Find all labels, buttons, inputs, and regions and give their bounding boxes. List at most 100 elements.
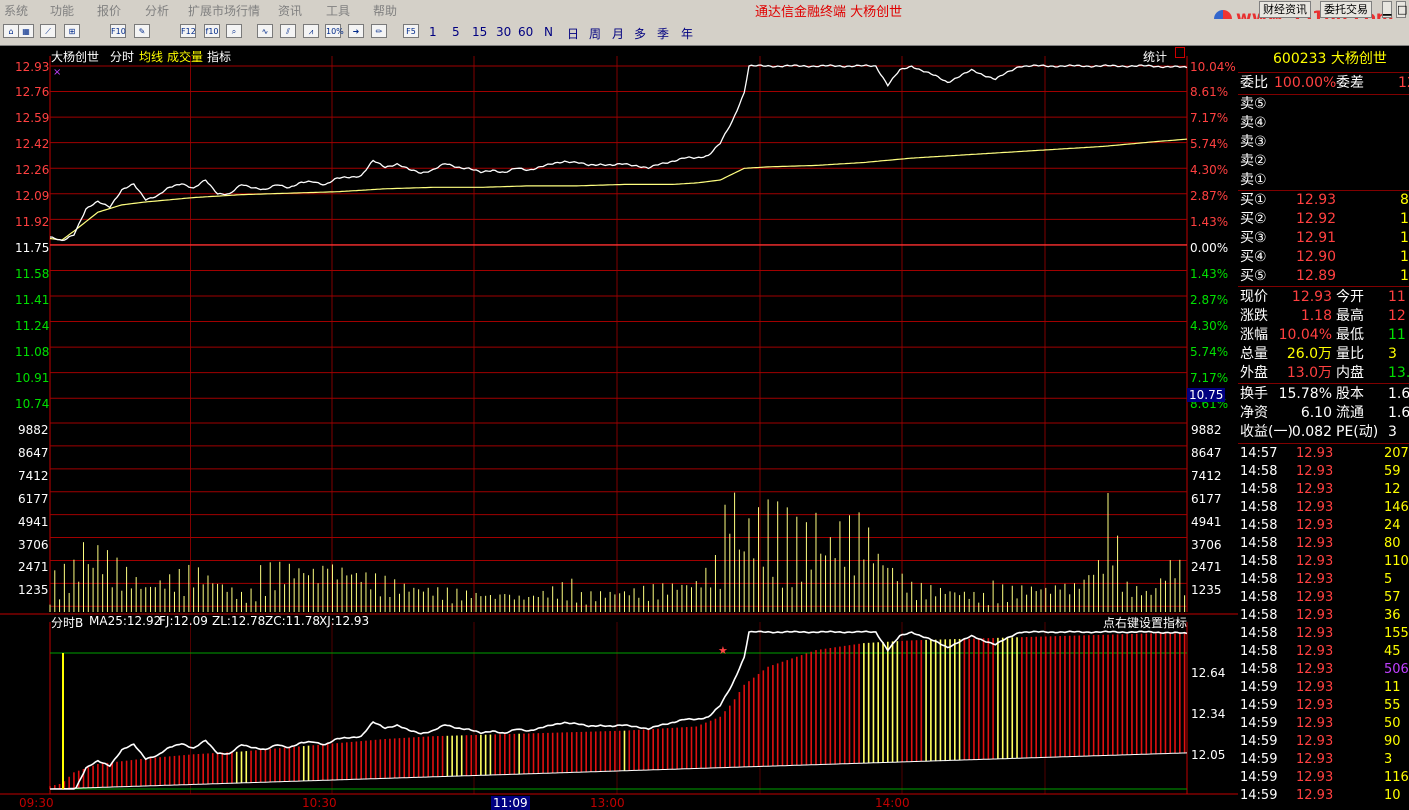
price-tick-right: 4.30%	[1190, 319, 1229, 333]
price-tick-right: 5.74%	[1190, 345, 1229, 359]
tick-time: 14:58	[1240, 536, 1278, 551]
indicator-label[interactable]: 指标	[207, 48, 231, 65]
app-title: 通达信金融终端 大杨创世	[755, 5, 903, 20]
volume-tick-right: 4941	[1191, 515, 1222, 529]
volume-tick-left: 4941	[18, 515, 49, 529]
period-9[interactable]: 多	[634, 25, 646, 42]
period-7[interactable]: 周	[589, 25, 601, 42]
stat-value: 3	[1388, 346, 1397, 362]
menu-extended-market[interactable]: 扩展市场行情	[188, 2, 260, 19]
price-tick-left: 12.93	[15, 60, 50, 74]
tick-price: 12.93	[1296, 464, 1334, 479]
table-icon[interactable]: ▦	[18, 24, 34, 38]
period-2[interactable]: 15	[472, 25, 487, 39]
price-tick-left: 11.75	[15, 241, 50, 255]
volume-tick-left: 7412	[18, 469, 49, 483]
period-3[interactable]: 30	[496, 25, 511, 39]
quote-code-name: 600233 大杨创世	[1273, 51, 1387, 67]
menu-system[interactable]: 系统	[4, 2, 28, 19]
menu-analysis[interactable]: 分析	[145, 2, 169, 19]
period-6[interactable]: 日	[567, 25, 579, 42]
f10-alt-icon[interactable]: f10	[204, 24, 220, 38]
tick-price: 12.93	[1296, 770, 1334, 785]
pen-icon[interactable]: ✏	[371, 24, 387, 38]
f5-icon[interactable]: F5	[403, 24, 419, 38]
chart-mode-label[interactable]: 分时	[110, 48, 134, 65]
f12-icon[interactable]: F12	[180, 24, 196, 38]
buy-level-label: 买④	[1240, 249, 1267, 265]
indicator-floor-line	[49, 752, 1188, 790]
tick-volume: 10	[1384, 788, 1401, 803]
tick-volume: 506	[1384, 662, 1409, 677]
menu-function[interactable]: 功能	[50, 2, 74, 19]
intraday-chart[interactable]: ★	[0, 46, 1238, 808]
buy-level-price: 12.93	[1296, 192, 1337, 208]
stat-value: 11	[1388, 289, 1406, 305]
menu-info[interactable]: 资讯	[278, 2, 302, 19]
stat-label: 今开	[1336, 289, 1364, 305]
maximize-icon[interactable]: □	[1396, 1, 1407, 18]
wave-icon[interactable]: ∿	[257, 24, 273, 38]
menu-quote[interactable]: 报价	[97, 2, 121, 19]
f10-icon[interactable]: F10	[110, 24, 126, 38]
minimize-icon[interactable]: ▁	[1382, 1, 1392, 18]
period-1[interactable]: 5	[452, 25, 460, 39]
trade-order-button[interactable]: 委托交易	[1320, 1, 1372, 18]
tick-time: 14:58	[1240, 518, 1278, 533]
indicator-settings-hint[interactable]: 点右键设置指标	[1103, 614, 1187, 631]
period-5[interactable]: N	[544, 25, 553, 39]
volume-label[interactable]: 成交量	[167, 48, 203, 65]
buy-level-volume: 1	[1400, 211, 1409, 227]
buy-level-volume: 1	[1400, 249, 1409, 265]
tick-time: 14:59	[1240, 680, 1278, 695]
buy-level-label: 买③	[1240, 230, 1267, 246]
menu-tools[interactable]: 工具	[326, 2, 350, 19]
fund-value: 6.10	[1300, 405, 1332, 421]
sell-level-3: 卖③	[1240, 134, 1267, 150]
weicha-label: 委差	[1336, 75, 1364, 91]
arrow-right-icon[interactable]: ➜	[348, 24, 364, 38]
indicator-axis-label: 12.05	[1191, 748, 1226, 762]
price-tick-right: 1.43%	[1190, 215, 1229, 229]
stat-label: 涨幅	[1240, 327, 1268, 343]
mountain-chart-icon[interactable]: ⩘	[303, 24, 319, 38]
price-tick-left: 12.42	[15, 137, 50, 151]
period-10[interactable]: 季	[657, 25, 669, 42]
grid-icon[interactable]: ⊞	[64, 24, 80, 38]
period-11[interactable]: 年	[681, 25, 693, 42]
stat-label: 涨跌	[1240, 308, 1268, 324]
price-tick-right: 5.74%	[1190, 137, 1229, 151]
tick-price: 12.93	[1296, 572, 1334, 587]
period-8[interactable]: 月	[612, 25, 624, 42]
indicator-xj: XJ:12.93	[319, 614, 370, 628]
ten-percent-icon[interactable]: 10%	[325, 24, 344, 38]
finance-news-button[interactable]: 财经资讯	[1259, 1, 1311, 18]
menu-help[interactable]: 帮助	[373, 2, 397, 19]
price-tick-left: 12.26	[15, 163, 50, 177]
close-panel-icon[interactable]	[1175, 47, 1185, 58]
sell-level-2: 卖②	[1240, 153, 1267, 169]
avg-line-label[interactable]: 均线	[139, 48, 163, 65]
home-icon[interactable]: ⌂	[3, 24, 19, 38]
tick-time: 14:58	[1240, 626, 1278, 641]
note-icon[interactable]: ✎	[134, 24, 150, 38]
tick-time: 14:58	[1240, 572, 1278, 587]
line-chart-icon[interactable]: ⟋	[40, 24, 56, 38]
tick-volume: 5	[1384, 572, 1393, 587]
stats-label[interactable]: 统计	[1143, 48, 1167, 65]
zoom-icon[interactable]: ⌕	[226, 24, 242, 38]
buy-level-volume: 1	[1400, 268, 1409, 284]
stat-label: 现价	[1240, 289, 1268, 305]
period-4[interactable]: 60	[518, 25, 533, 39]
tick-price: 12.93	[1296, 734, 1334, 749]
buy-level-label: 买②	[1240, 211, 1267, 227]
fund-label: 净资	[1240, 405, 1268, 421]
indicator-name[interactable]: 分时B	[51, 614, 83, 631]
buy-level-price: 12.92	[1296, 211, 1337, 227]
stock-chart-icon[interactable]: ⫽	[280, 24, 296, 38]
volume-tick-right: 3706	[1191, 538, 1222, 552]
period-0[interactable]: 1	[429, 25, 437, 39]
buy-level-price: 12.90	[1296, 249, 1337, 265]
stat-value: 11	[1388, 327, 1406, 343]
signal-star-icon: ★	[718, 644, 728, 657]
